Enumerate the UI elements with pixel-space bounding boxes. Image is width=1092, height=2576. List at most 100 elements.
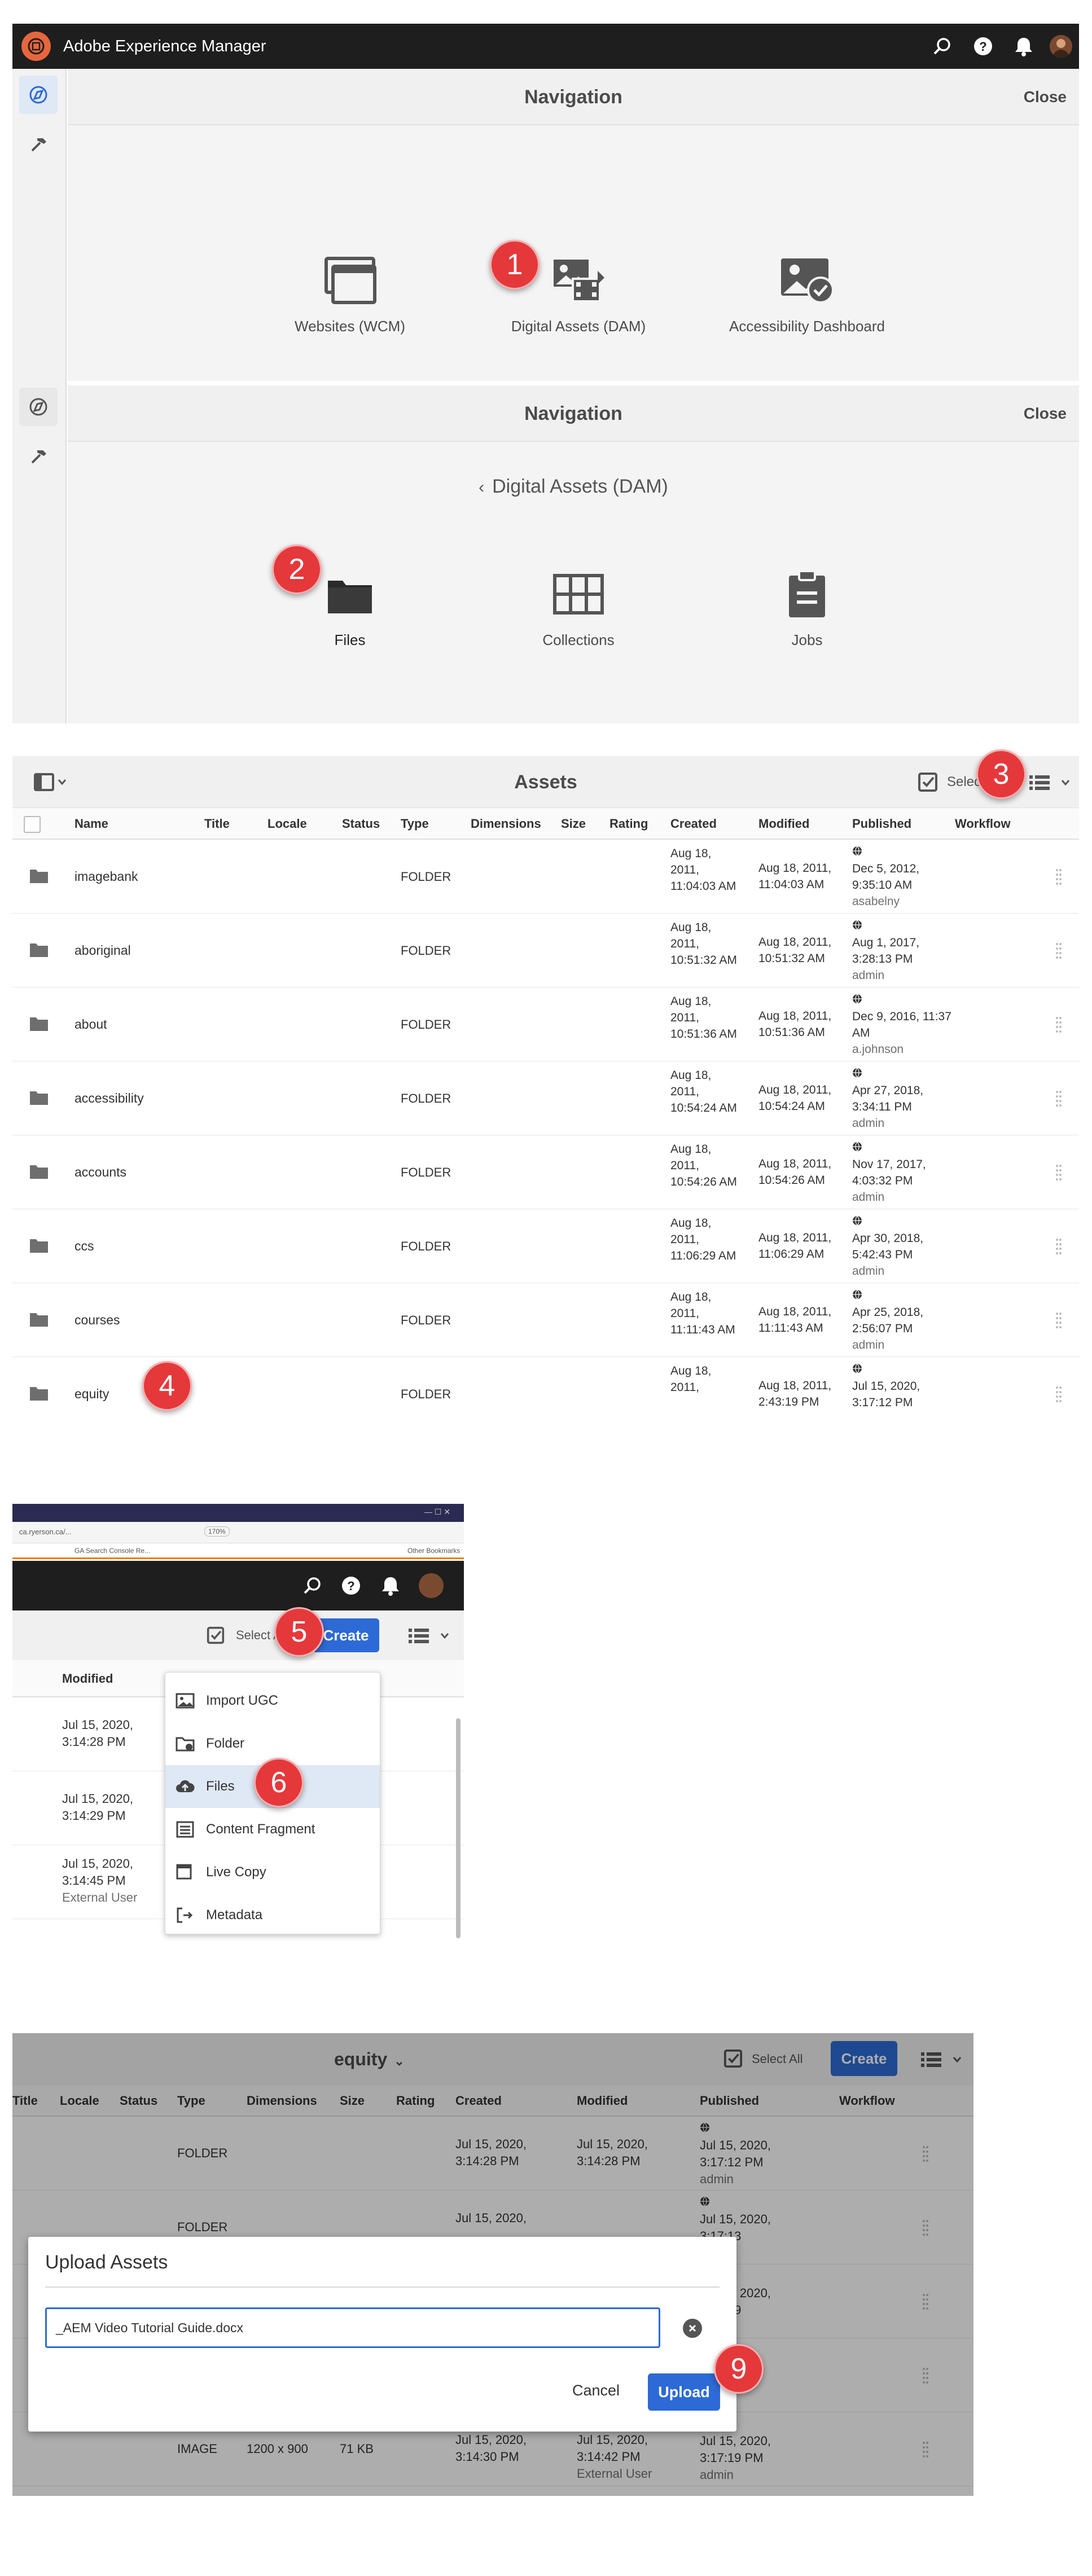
tile-label: Accessibility Dashboard: [729, 318, 885, 335]
assets-list-view: Assets Select Name Title Locale Status T…: [12, 756, 1079, 1416]
other-bookmarks[interactable]: Other Bookmarks: [407, 1543, 460, 1558]
browser-zoom[interactable]: 170%: [204, 1526, 230, 1537]
column-header-size[interactable]: Size: [561, 808, 586, 840]
scrollbar[interactable]: [456, 1718, 461, 1938]
user-avatar[interactable]: [1050, 35, 1072, 58]
notifications-bell-icon[interactable]: [1012, 35, 1035, 58]
row-type: FOLDER: [401, 1165, 451, 1179]
row-name[interactable]: about: [74, 988, 107, 1061]
metadata-icon: [176, 1906, 195, 1924]
row-name[interactable]: accessibility: [74, 1061, 144, 1135]
column-header-title[interactable]: Title: [204, 808, 230, 840]
table-row[interactable]: aboriginal FOLDER Aug 18, 2011, 10:51:32 A…: [12, 914, 1079, 988]
navigation-rail-compass-icon[interactable]: [19, 76, 58, 114]
row-modified: Aug 18, 2011, 10:54:26 AM: [758, 1157, 832, 1187]
view-switcher-list-icon[interactable]: [1028, 773, 1073, 795]
view-switcher-list-icon[interactable]: [407, 1626, 453, 1648]
notifications-bell-icon[interactable]: [379, 1574, 402, 1600]
drag-handle-icon[interactable]: [1055, 1016, 1062, 1033]
row-modified: Aug 18, 2011, 10:54:24 AM: [758, 1083, 832, 1113]
bookmark-item[interactable]: GA Search Console Re...: [74, 1543, 150, 1558]
clear-file-icon[interactable]: [683, 2319, 702, 2338]
tools-hammer-icon[interactable]: [19, 437, 58, 476]
action-bar: Select All Create: [12, 1610, 464, 1660]
content-fragment-icon: [176, 1820, 195, 1838]
row-name[interactable]: courses: [74, 1283, 120, 1357]
back-breadcrumb[interactable]: ‹ Digital Assets (DAM): [68, 476, 1079, 498]
column-header-modified[interactable]: Modified: [62, 1660, 113, 1697]
menu-item-import-ugc[interactable]: Import UGC: [165, 1679, 380, 1722]
row-name[interactable]: ccs: [74, 1209, 94, 1283]
dialog-divider: [45, 2287, 720, 2288]
row-modified: Aug 18, 2011, 2:43:19 PM: [758, 1379, 832, 1408]
menu-item-metadata[interactable]: Metadata: [165, 1894, 380, 1937]
select-checkbox-icon[interactable]: [918, 772, 938, 795]
navigation-rail-compass-icon[interactable]: [19, 388, 58, 426]
browser-url[interactable]: ca.ryerson.ca/...: [19, 1528, 71, 1536]
bookmarks-bar: GA Search Console Re... Other Bookmarks: [12, 1543, 464, 1559]
tools-hammer-icon[interactable]: [19, 125, 58, 164]
help-icon[interactable]: ?: [972, 35, 994, 58]
window-controls-icon[interactable]: — ☐ ✕: [424, 1507, 450, 1517]
table-row[interactable]: courses FOLDER Aug 18, 2011, 11:11:43 AM Au…: [12, 1283, 1079, 1357]
websites-icon: [319, 252, 381, 309]
menu-item-live-copy[interactable]: Live Copy: [165, 1851, 380, 1894]
published-by: admin: [852, 1265, 885, 1278]
left-rail-2: [12, 381, 67, 723]
column-header-dimensions[interactable]: Dimensions: [471, 808, 541, 840]
menu-label: Import UGC: [206, 1693, 279, 1708]
column-header-name[interactable]: Name: [74, 808, 108, 840]
published-by: admin: [852, 969, 885, 982]
tile-jobs[interactable]: Jobs: [722, 566, 892, 649]
globe-icon: [853, 846, 862, 856]
search-icon[interactable]: [931, 35, 954, 58]
drag-handle-icon[interactable]: [1055, 1385, 1062, 1402]
cancel-button[interactable]: Cancel: [572, 2378, 620, 2403]
drag-handle-icon[interactable]: [1055, 868, 1062, 885]
drag-handle-icon[interactable]: [1055, 1164, 1062, 1181]
globe-icon: [853, 1363, 862, 1373]
close-button[interactable]: Close: [1024, 69, 1067, 125]
row-name[interactable]: equity: [74, 1357, 109, 1416]
column-header-modified[interactable]: Modified: [758, 808, 809, 840]
table-row[interactable]: accounts FOLDER Aug 18, 2011, 10:54:26 AM A…: [12, 1135, 1079, 1209]
table-row[interactable]: about FOLDER Aug 18, 2011, 10:51:36 AM Aug …: [12, 988, 1079, 1061]
folder-icon: [29, 1164, 49, 1179]
row-published: Nov 17, 2017, 4:03:32 PM admin: [852, 1140, 954, 1205]
row-name[interactable]: imagebank: [74, 840, 138, 914]
menu-item-content-fragment[interactable]: Content Fragment: [165, 1808, 380, 1851]
search-icon[interactable]: [301, 1574, 324, 1600]
drag-handle-icon[interactable]: [1055, 942, 1062, 959]
table-row[interactable]: accessibility FOLDER Aug 18, 2011, 10:54:2…: [12, 1061, 1079, 1135]
drag-handle-icon[interactable]: [1055, 1090, 1062, 1107]
row-name[interactable]: aboriginal: [74, 914, 131, 988]
published-by: admin: [852, 1191, 885, 1204]
tile-websites[interactable]: Websites (WCM): [265, 252, 435, 335]
table-row[interactable]: imagebank FOLDER Aug 18, 2011, 11:04:03 AM…: [12, 840, 1079, 914]
column-header-rating[interactable]: Rating: [609, 808, 648, 840]
drag-handle-icon[interactable]: [1055, 1237, 1062, 1254]
upload-button[interactable]: Upload: [648, 2373, 720, 2411]
close-button[interactable]: Close: [1024, 385, 1067, 442]
aem-logo-icon[interactable]: [21, 32, 51, 61]
tile-collections[interactable]: Collections: [494, 566, 663, 649]
column-header-created[interactable]: Created: [670, 808, 717, 840]
select-checkbox-icon[interactable]: [207, 1626, 225, 1647]
column-header-status[interactable]: Status: [342, 808, 380, 840]
column-header-locale[interactable]: Locale: [267, 808, 307, 840]
live-copy-icon: [176, 1863, 195, 1881]
browser-titlebar: — ☐ ✕: [12, 1504, 464, 1522]
tile-accessibility-dashboard[interactable]: Accessibility Dashboard: [722, 252, 892, 335]
drag-handle-icon[interactable]: [1055, 1311, 1062, 1328]
help-icon[interactable]: ?: [340, 1574, 362, 1600]
user-avatar[interactable]: [419, 1573, 444, 1598]
row-created: Aug 18, 2011, 11:11:43 AM: [670, 1291, 735, 1336]
modified-time: 3:14:28 PM: [62, 1735, 126, 1749]
column-header-workflow[interactable]: Workflow: [955, 808, 1011, 840]
file-name-input[interactable]: _AEM Video Tutorial Guide.docx: [45, 2307, 660, 2348]
row-name[interactable]: accounts: [74, 1135, 126, 1209]
select-all-checkbox[interactable]: [24, 816, 41, 833]
table-row[interactable]: ccs FOLDER Aug 18, 2011, 11:06:29 AM Aug 18…: [12, 1209, 1079, 1283]
column-header-published[interactable]: Published: [852, 808, 911, 840]
column-header-type[interactable]: Type: [401, 808, 429, 840]
